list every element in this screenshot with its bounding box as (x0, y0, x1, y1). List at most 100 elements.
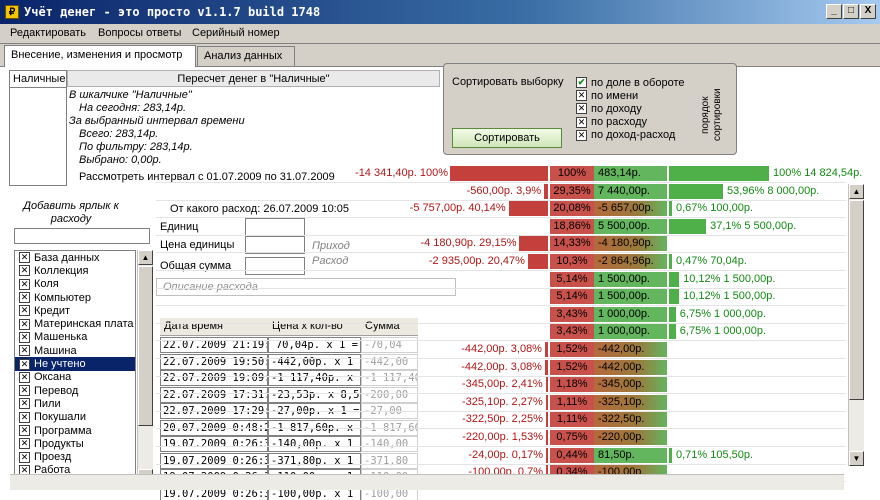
net-amount[interactable]: 5 500,00р. (594, 218, 667, 234)
net-amount[interactable]: -4 180,90р. (594, 236, 667, 252)
entry-price-qty[interactable]: -442,00р. x 1 = (268, 353, 361, 370)
share-percent[interactable]: 1,52% (550, 342, 594, 357)
tag-item[interactable]: ✕ Продукты (15, 437, 135, 450)
expense-option[interactable]: Расход (312, 255, 348, 267)
minimize-button[interactable]: _ (826, 4, 842, 19)
share-percent[interactable]: 29,35% (550, 183, 594, 199)
tab-analysis[interactable]: Анализ данных (197, 46, 295, 66)
entry-sum[interactable]: -70,04 (361, 337, 418, 353)
net-amount[interactable]: 7 440,00р. (594, 183, 667, 199)
net-amount[interactable]: 81,50р. (594, 447, 667, 463)
analysis-scrollbar[interactable]: ▲ ▼ (848, 184, 864, 466)
cross-icon[interactable]: ✕ (19, 278, 30, 290)
share-percent[interactable]: 5,14% (550, 271, 594, 287)
cross-icon[interactable]: ✕ (19, 318, 30, 330)
share-percent[interactable]: 5,14% (550, 289, 594, 305)
entry-datetime[interactable]: 19.07.2009 0:26:33 (160, 436, 268, 452)
col-datetime[interactable]: Дата время (164, 320, 223, 332)
tag-list-scrollbar[interactable]: ▲ ▼ (137, 250, 153, 484)
tag-item[interactable]: ✕ Кредит (15, 304, 135, 317)
tag-item[interactable]: ✕ Машина (15, 344, 135, 357)
tag-item[interactable]: ✕ Проезд (15, 450, 135, 463)
share-percent[interactable]: 100% (550, 166, 594, 181)
income-option[interactable]: Приход (312, 240, 350, 252)
entry-price-qty[interactable]: -371,80р. x 1 = (268, 452, 361, 469)
cross-icon[interactable]: ✕ (19, 438, 30, 450)
entry-sum[interactable]: -200,00 (361, 386, 418, 403)
share-percent[interactable]: 1,52% (550, 359, 594, 375)
menu-faq[interactable]: Вопросы ответы (98, 27, 181, 39)
col-price-qty[interactable]: Цена х кол-во (272, 320, 343, 332)
tag-input[interactable] (14, 228, 150, 244)
tab-entry[interactable]: Внесение, изменения и просмотр (4, 45, 196, 67)
entry-sum[interactable]: -140,00 (361, 436, 418, 452)
cross-icon[interactable]: ✕ (19, 385, 30, 397)
entry-price-qty[interactable]: -1 117,40р. x 1 = (268, 370, 361, 386)
col-sum[interactable]: Сумма (365, 320, 400, 332)
net-amount[interactable]: -325,10р. (594, 394, 667, 410)
entry-price-qty[interactable]: 70,04р. x 1 = (268, 337, 361, 353)
cross-icon[interactable]: ✕ (576, 103, 587, 115)
share-percent[interactable]: 1,18% (550, 377, 594, 393)
net-amount[interactable]: 483,14р. (594, 166, 667, 181)
tag-list[interactable]: ✕ База данных ✕ Коллекция ✕ Коля ✕ Компьютер ✕ Кр… (14, 250, 136, 484)
net-amount[interactable]: 1 500,00р. (594, 289, 667, 305)
tag-item[interactable]: ✕ Коллекция (15, 264, 135, 277)
entry-datetime[interactable]: 22.07.2009 21:19:47 (160, 337, 268, 353)
scroll-up-arrow-icon[interactable]: ▲ (138, 250, 153, 265)
tag-item[interactable]: ✕ Компьютер (15, 291, 135, 304)
cross-icon[interactable]: ✕ (576, 90, 587, 102)
scroll-up-arrow-icon[interactable]: ▲ (849, 184, 864, 199)
tag-item[interactable]: ✕ Коля (15, 278, 135, 291)
share-percent[interactable]: 10,3% (550, 254, 594, 269)
net-amount[interactable]: -345,00р. (594, 377, 667, 393)
unit-price-field[interactable] (245, 236, 305, 254)
net-amount[interactable]: -442,00р. (594, 359, 667, 375)
tag-item[interactable]: ✕ Перевод (15, 384, 135, 397)
menu-serial[interactable]: Серийный номер (192, 27, 280, 39)
entry-datetime[interactable]: 22.07.2009 19:50:34 (160, 353, 268, 370)
cross-icon[interactable]: ✕ (19, 371, 30, 383)
net-amount[interactable]: -322,50р. (594, 412, 667, 428)
entry-sum[interactable]: -442,00 (361, 353, 418, 370)
share-percent[interactable]: 18,86% (550, 218, 594, 234)
scroll-down-arrow-icon[interactable]: ▼ (849, 451, 864, 466)
net-amount[interactable]: -442,00р. (594, 342, 667, 357)
cross-icon[interactable]: ✕ (19, 451, 30, 463)
cross-icon[interactable]: ✕ (19, 265, 30, 277)
tag-item[interactable]: ✕ Программа (15, 424, 135, 437)
tag-item[interactable]: ✕ Машенька (15, 331, 135, 344)
sort-button[interactable]: Сортировать (452, 128, 562, 148)
cross-icon[interactable]: ✕ (19, 252, 30, 264)
analysis-hscrollbar[interactable] (10, 474, 844, 490)
cross-icon[interactable]: ✕ (576, 116, 587, 128)
scroll-thumb[interactable] (849, 200, 864, 400)
cross-icon[interactable]: ✕ (19, 305, 30, 317)
share-percent[interactable]: 20,08% (550, 201, 594, 217)
cash-list[interactable]: Наличные (9, 70, 67, 186)
share-percent[interactable]: 1,11% (550, 394, 594, 410)
entry-price-qty[interactable]: -140,00р. x 1 = (268, 436, 361, 452)
entry-datetime[interactable]: 22.07.2009 19:09:13 (160, 370, 268, 386)
share-percent[interactable]: 3,43% (550, 324, 594, 340)
close-button[interactable]: X (860, 4, 876, 19)
net-amount[interactable]: -2 864,96р. (594, 254, 667, 269)
cross-icon[interactable]: ✕ (576, 129, 587, 141)
cross-icon[interactable]: ✕ (19, 292, 30, 304)
tag-item[interactable]: ✕ Покушали (15, 411, 135, 424)
cross-icon[interactable]: ✕ (19, 398, 30, 410)
tag-item[interactable]: ✕ Не учтено (15, 357, 135, 371)
tag-item[interactable]: ✕ Пили (15, 397, 135, 410)
net-amount[interactable]: -220,00р. (594, 430, 667, 445)
entry-price-qty[interactable]: -23,53р. x 8,5 = (268, 386, 361, 403)
total-sum-field[interactable] (245, 257, 305, 275)
units-field[interactable] (245, 218, 305, 236)
cross-icon[interactable]: ✕ (19, 358, 30, 370)
share-percent[interactable]: 1,11% (550, 412, 594, 428)
maximize-button[interactable]: □ (843, 4, 859, 19)
share-percent[interactable]: 3,43% (550, 306, 594, 322)
tag-item[interactable]: ✕ База данных (15, 251, 135, 264)
cross-icon[interactable]: ✕ (19, 411, 30, 423)
tag-item[interactable]: ✕ Оксана (15, 371, 135, 384)
scroll-thumb[interactable] (138, 266, 153, 426)
